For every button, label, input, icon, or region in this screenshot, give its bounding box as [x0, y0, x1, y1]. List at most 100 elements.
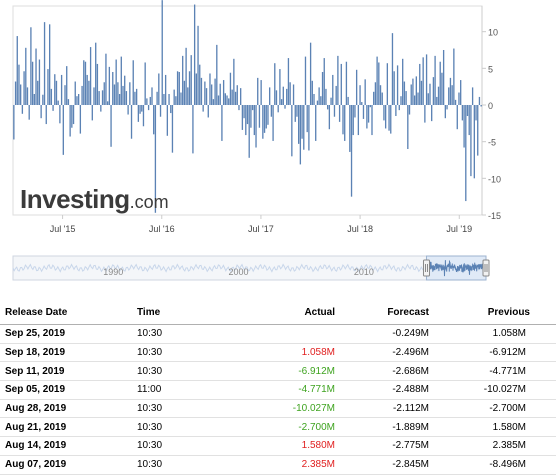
bar: [141, 105, 143, 112]
bar: [448, 87, 450, 105]
bar: [95, 42, 97, 105]
bar: [222, 80, 225, 105]
bar: [204, 81, 206, 105]
bar: [304, 56, 307, 105]
y-tick-label: 5: [488, 64, 493, 74]
bar: [251, 105, 254, 111]
bar: [183, 80, 186, 105]
x-tick-label: Jul '15: [50, 224, 76, 234]
x-tick-label: Jul '18: [347, 224, 373, 234]
bar: [294, 105, 296, 122]
bar: [362, 105, 365, 119]
bar: [381, 92, 383, 105]
bar: [347, 96, 349, 105]
bar: [262, 105, 264, 139]
time-cell: 10:30: [133, 455, 211, 475]
bar: [28, 105, 30, 120]
bar: [420, 80, 423, 105]
header-release-date[interactable]: Release Date: [0, 300, 133, 325]
bar: [209, 73, 211, 105]
bar: [407, 105, 409, 149]
bar: [340, 63, 342, 105]
bar: [255, 105, 257, 148]
bar: [429, 83, 431, 105]
bar: [422, 57, 424, 105]
bar: [79, 105, 82, 134]
forecast-cell: -0.249M: [337, 324, 433, 344]
navigator-left-handle[interactable]: [422, 259, 430, 277]
table-row: Sep 05, 2019 11:00 -4.771M -2.488M -10.027M: [0, 380, 556, 400]
chart-area[interactable]: 10 5 0 -5 -10 -15 Jul '15 Jul '16 Jul '17 Jul '18…: [0, 0, 556, 250]
bar: [166, 105, 169, 136]
bar: [118, 94, 121, 105]
bar: [180, 92, 182, 105]
time-cell: 10:30: [133, 399, 211, 419]
bar: [14, 81, 17, 105]
bar: [366, 105, 368, 129]
header-previous[interactable]: Previous: [433, 300, 556, 325]
bar: [38, 59, 41, 105]
bar: [159, 105, 162, 117]
bar: [301, 105, 303, 139]
header-time[interactable]: Time: [133, 300, 211, 325]
bar: [453, 48, 455, 105]
bar: [473, 105, 475, 179]
bar: [26, 87, 29, 105]
bar: [323, 58, 325, 105]
bar: [454, 99, 457, 105]
bar: [257, 77, 259, 105]
bar: [156, 91, 158, 105]
bar: [72, 105, 75, 125]
bar: [330, 97, 332, 105]
x-tick-label: Jul '17: [248, 224, 274, 234]
bar: [137, 105, 140, 122]
bar: [378, 62, 380, 105]
header-forecast[interactable]: Forecast: [337, 300, 433, 325]
bar: [226, 95, 228, 105]
bar: [66, 66, 68, 105]
time-cell: 11:00: [133, 380, 211, 400]
bar: [449, 77, 452, 105]
bar: [173, 89, 175, 105]
bar: [147, 105, 150, 111]
release-date-cell: Aug 28, 2019: [0, 399, 133, 419]
bar: [282, 86, 284, 105]
bar: [279, 69, 281, 105]
bar: [83, 60, 85, 105]
release-date-cell: Aug 07, 2019: [0, 455, 133, 475]
bar: [93, 87, 95, 105]
time-cell: 10:30: [133, 343, 211, 363]
actual-cell: 2.385M: [211, 455, 337, 475]
forecast-cell: -2.496M: [337, 343, 433, 363]
bar: [383, 105, 385, 121]
bar: [337, 55, 339, 105]
bar: [403, 81, 406, 105]
bar: [451, 85, 453, 105]
bar: [161, 0, 163, 106]
bar: [320, 96, 322, 105]
bar: [112, 72, 114, 105]
bar: [106, 101, 109, 105]
release-date-cell: Sep 25, 2019: [0, 324, 133, 344]
bar: [211, 84, 213, 105]
bar: [263, 105, 266, 133]
bar: [110, 105, 112, 147]
bar: [318, 87, 320, 105]
header-actual[interactable]: Actual: [211, 300, 337, 325]
bar: [325, 88, 327, 105]
range-navigator[interactable]: 1990 2000 2010: [0, 252, 556, 284]
bar: [238, 105, 240, 111]
bar: [386, 63, 389, 105]
bar: [326, 105, 329, 110]
bar: [212, 99, 215, 105]
bar: [419, 63, 421, 105]
bar: [272, 105, 274, 141]
bar: [265, 105, 267, 129]
bar: [352, 105, 354, 136]
bar: [37, 80, 39, 105]
bar: [168, 94, 170, 105]
bar: [224, 93, 226, 105]
bar: [308, 105, 310, 151]
table-row: Aug 28, 2019 10:30 -10.027M -2.112M -2.700M: [0, 399, 556, 419]
navigator-right-handle[interactable]: [482, 259, 490, 277]
